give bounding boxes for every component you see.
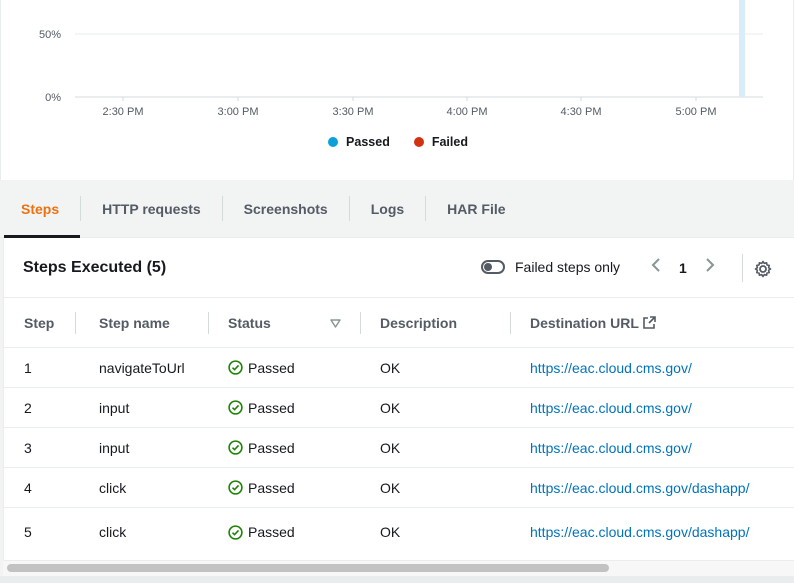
- destination-url-link[interactable]: https://eac.cloud.cms.gov/dashapp/: [530, 468, 749, 507]
- cell-step-name: input: [99, 399, 130, 416]
- col-header-step-name[interactable]: Step name: [99, 298, 170, 348]
- table-header-bar: Steps Executed (5) Failed steps only 1: [4, 238, 794, 298]
- cell-description: OK: [380, 479, 401, 496]
- status-badge: Passed: [228, 428, 295, 467]
- legend-label: Passed: [346, 135, 390, 149]
- y-tick-label: 0%: [45, 92, 61, 104]
- cell-step: 5: [24, 524, 32, 540]
- col-header-description[interactable]: Description: [380, 298, 457, 348]
- cell-description: OK: [380, 439, 401, 456]
- column-divider: [510, 312, 511, 334]
- cell-step: 2: [24, 399, 32, 416]
- page-number[interactable]: 1: [679, 260, 687, 276]
- check-circle-icon: [228, 400, 243, 415]
- table-row: 5 click Passed OK https://eac.cloud.cms.…: [4, 508, 794, 556]
- table-column-headers: Step Step name Status Description Destin…: [4, 298, 794, 348]
- check-circle-icon: [228, 440, 243, 455]
- cell-description: OK: [380, 359, 401, 376]
- toggle-label: Failed steps only: [515, 259, 621, 275]
- column-divider: [75, 312, 76, 334]
- x-tick-label: 5:00 PM: [676, 106, 717, 118]
- chevron-left-icon[interactable]: [651, 258, 661, 277]
- cell-step: 3: [24, 439, 32, 456]
- cell-step-name: click: [99, 479, 127, 496]
- chart-panel: 50% 0% 2:30 PM 3:00 PM 3:30 PM 4:00 PM 4…: [0, 0, 794, 180]
- horizontal-scrollbar[interactable]: [3, 560, 794, 576]
- external-link-icon: [642, 298, 656, 348]
- destination-url-link[interactable]: https://eac.cloud.cms.gov/: [530, 428, 692, 467]
- scrollbar-thumb[interactable]: [7, 564, 609, 572]
- destination-url-link[interactable]: https://eac.cloud.cms.gov/: [530, 348, 692, 387]
- status-badge: Passed: [228, 508, 295, 556]
- destination-url-link[interactable]: https://eac.cloud.cms.gov/dashapp/: [530, 508, 749, 556]
- failed-steps-toggle[interactable]: Failed steps only: [481, 259, 620, 275]
- cell-description: OK: [380, 524, 401, 540]
- x-tick-label: 3:30 PM: [333, 106, 374, 118]
- x-tick-label: 4:00 PM: [447, 106, 488, 118]
- tab-bar: Steps HTTP requests Screenshots Logs HAR…: [0, 180, 794, 238]
- x-tick-label: 4:30 PM: [561, 106, 602, 118]
- bottom-edge: [0, 576, 794, 583]
- legend-item-passed[interactable]: Passed: [328, 135, 390, 149]
- check-circle-icon: [228, 480, 243, 495]
- col-header-destination-url[interactable]: Destination URL: [530, 298, 639, 348]
- table-title: Steps Executed (5): [23, 258, 167, 276]
- status-badge: Passed: [228, 348, 295, 387]
- table-row: 1 navigateToUrl Passed OK https://eac.cl…: [4, 348, 794, 388]
- tab-http-requests[interactable]: HTTP requests: [81, 180, 222, 237]
- cell-step: 4: [24, 479, 32, 496]
- header-divider: [742, 254, 743, 282]
- status-badge: Passed: [228, 468, 295, 507]
- cell-step-name: input: [99, 439, 130, 456]
- table-row: 4 click Passed OK https://eac.cloud.cms.…: [4, 468, 794, 508]
- sort-caret-down-icon[interactable]: [330, 298, 341, 348]
- failed-dot-icon: [413, 137, 424, 147]
- legend-item-failed[interactable]: Failed: [413, 135, 468, 149]
- destination-url-link[interactable]: https://eac.cloud.cms.gov/: [530, 388, 692, 427]
- status-label: Passed: [248, 359, 295, 376]
- cell-step-name: click: [99, 524, 127, 540]
- gear-icon[interactable]: [754, 260, 772, 283]
- x-tick-label: 3:00 PM: [218, 106, 259, 118]
- table-row: 3 input Passed OK https://eac.cloud.cms.…: [4, 428, 794, 468]
- status-label: Passed: [248, 479, 295, 496]
- check-circle-icon: [228, 524, 243, 540]
- table-body: 1 navigateToUrl Passed OK https://eac.cl…: [4, 348, 794, 556]
- cell-step: 1: [24, 359, 32, 376]
- tab-har-file[interactable]: HAR File: [426, 180, 526, 237]
- col-header-step[interactable]: Step: [24, 298, 54, 348]
- col-header-status[interactable]: Status: [228, 298, 271, 348]
- cell-step-name: navigateToUrl: [99, 359, 185, 376]
- legend-label: Failed: [431, 135, 468, 149]
- tab-logs[interactable]: Logs: [350, 180, 425, 237]
- column-divider: [208, 312, 209, 334]
- chart-svg: 50% 0% 2:30 PM 3:00 PM 3:30 PM 4:00 PM 4…: [39, 0, 763, 118]
- tab-steps[interactable]: Steps: [0, 180, 81, 238]
- x-tick-label: 2:30 PM: [103, 106, 144, 118]
- status-label: Passed: [248, 399, 295, 416]
- chevron-right-icon[interactable]: [705, 258, 715, 277]
- check-circle-icon: [228, 360, 243, 375]
- y-tick-label: 50%: [39, 29, 61, 41]
- status-label: Passed: [248, 524, 295, 540]
- tab-screenshots[interactable]: Screenshots: [223, 180, 349, 237]
- toggle-knob: [484, 263, 492, 271]
- passed-dot-icon: [328, 137, 339, 147]
- status-badge: Passed: [228, 388, 295, 427]
- status-label: Passed: [248, 439, 295, 456]
- column-divider: [360, 312, 361, 334]
- pagination: 1: [651, 258, 715, 277]
- passed-bar[interactable]: [739, 0, 745, 97]
- chart-legend: Passed Failed: [1, 135, 794, 149]
- table-row: 2 input Passed OK https://eac.cloud.cms.…: [4, 388, 794, 428]
- steps-table-panel: Steps Executed (5) Failed steps only 1 S…: [3, 238, 794, 576]
- cell-description: OK: [380, 399, 401, 416]
- toggle-switch[interactable]: [481, 260, 505, 274]
